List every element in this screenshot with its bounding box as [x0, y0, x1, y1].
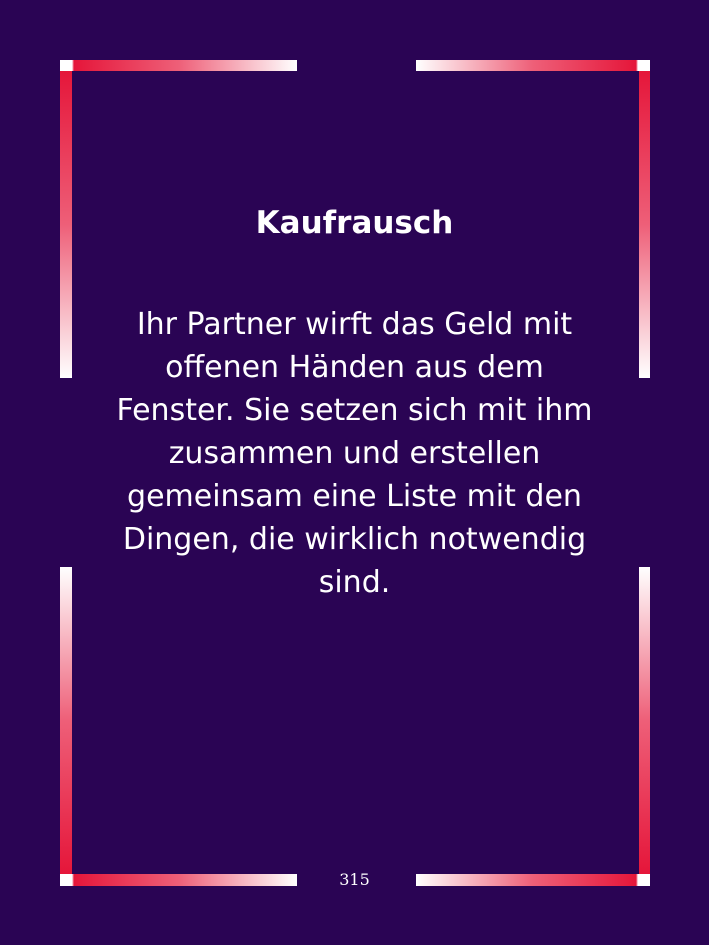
card-page: Kaufrausch Ihr Partner wirft das Geld mi… [0, 0, 709, 945]
card-body-text: Ihr Partner wirft das Geld mit offenen H… [116, 307, 593, 600]
frame-right-lower-bar [639, 567, 650, 874]
frame-left-lower-bar [60, 567, 72, 874]
frame-top-right-bar [416, 60, 650, 71]
card-title: Kaufrausch [255, 205, 454, 241]
page-number: 315 [339, 870, 370, 889]
frame-top-left-bar [60, 60, 297, 71]
